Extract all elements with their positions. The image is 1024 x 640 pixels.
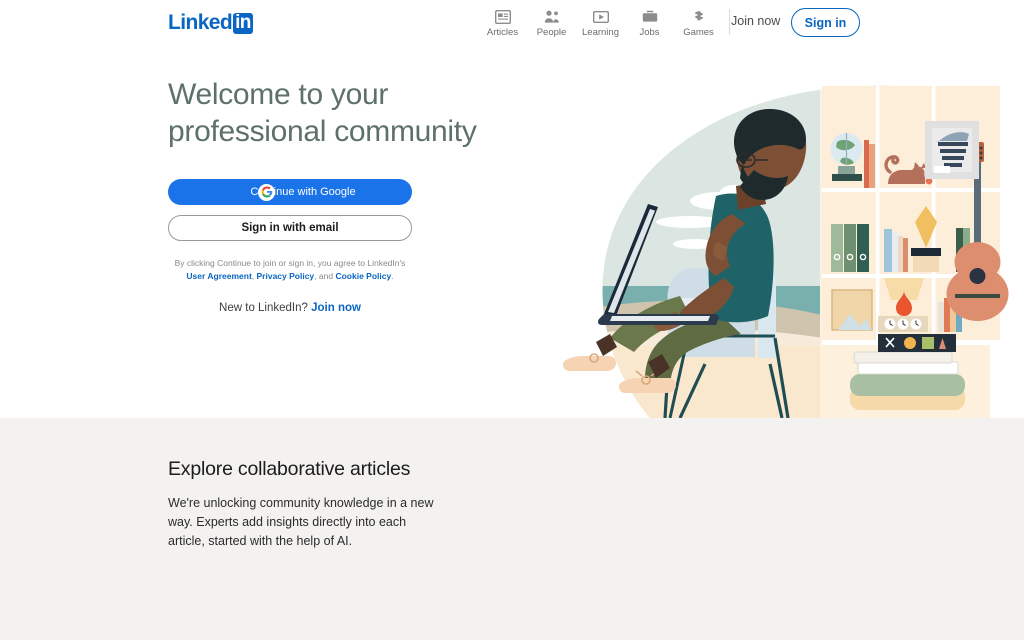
nav-item-learning[interactable]: Learning (576, 3, 625, 38)
page-title: Welcome to your professional community (168, 76, 498, 150)
hero-title-line2: professional community (168, 115, 477, 148)
google-g-icon (258, 183, 275, 201)
nav-label-games: Games (683, 27, 714, 38)
jobs-icon (642, 8, 658, 25)
new-to-linkedin-text: New to LinkedIn? (219, 302, 312, 314)
legal-prefix: By clicking Continue to join or sign in,… (174, 258, 406, 268)
learning-icon (592, 8, 609, 25)
logo-in-badge: in (233, 11, 253, 34)
user-agreement-link[interactable]: User Agreement (186, 271, 251, 281)
games-icon (691, 8, 707, 25)
articles-heading: Explore collaborative articles (168, 458, 411, 480)
privacy-policy-link[interactable]: Privacy Policy (257, 271, 315, 281)
articles-icon (494, 8, 511, 25)
hero-illustration (520, 46, 1024, 418)
cookie-policy-link[interactable]: Cookie Policy (335, 271, 391, 281)
nav-label-articles: Articles (486, 27, 519, 38)
primary-nav: Articles People Learning Jobs Games (478, 3, 738, 38)
site-header: Linkedin Articles People Learning Jobs (0, 0, 1024, 46)
legal-suffix: . (391, 271, 394, 281)
hero-content: Welcome to your professional community C… (168, 76, 498, 314)
hero-section: Welcome to your professional community C… (0, 46, 1024, 418)
sign-in-with-email-button[interactable]: Sign in with email (168, 215, 412, 241)
linkedin-logo[interactable]: Linked in (168, 11, 253, 35)
people-icon (544, 8, 560, 25)
articles-description: We're unlocking community knowledge in a… (168, 496, 434, 548)
nav-item-articles[interactable]: Articles (478, 3, 527, 38)
nav-label-jobs: Jobs (639, 27, 660, 38)
nav-item-games[interactable]: Games (674, 3, 723, 38)
nav-divider (729, 9, 730, 35)
nav-item-jobs[interactable]: Jobs (625, 3, 674, 38)
join-now-inline-link[interactable]: Join now (311, 302, 361, 314)
nav-label-learning: Learning (582, 27, 619, 38)
legal-sep2: , and (314, 271, 336, 281)
collaborative-articles-section: Explore collaborative articles We're unl… (0, 418, 1024, 640)
logo-wordmark: Linked (168, 11, 233, 34)
legal-disclaimer: By clicking Continue to join or sign in,… (168, 257, 412, 283)
hero-title-line1: Welcome to your (168, 78, 389, 111)
new-to-linkedin: New to LinkedIn? Join now (168, 302, 412, 314)
sign-in-button[interactable]: Sign in (791, 8, 860, 37)
nav-item-people[interactable]: People (527, 3, 576, 38)
continue-with-google-button[interactable]: Continue with Google (168, 179, 412, 205)
join-now-link[interactable]: Join now (731, 14, 780, 28)
nav-label-people: People (536, 27, 567, 38)
articles-text-block: Explore collaborative articles We're unl… (168, 458, 444, 551)
